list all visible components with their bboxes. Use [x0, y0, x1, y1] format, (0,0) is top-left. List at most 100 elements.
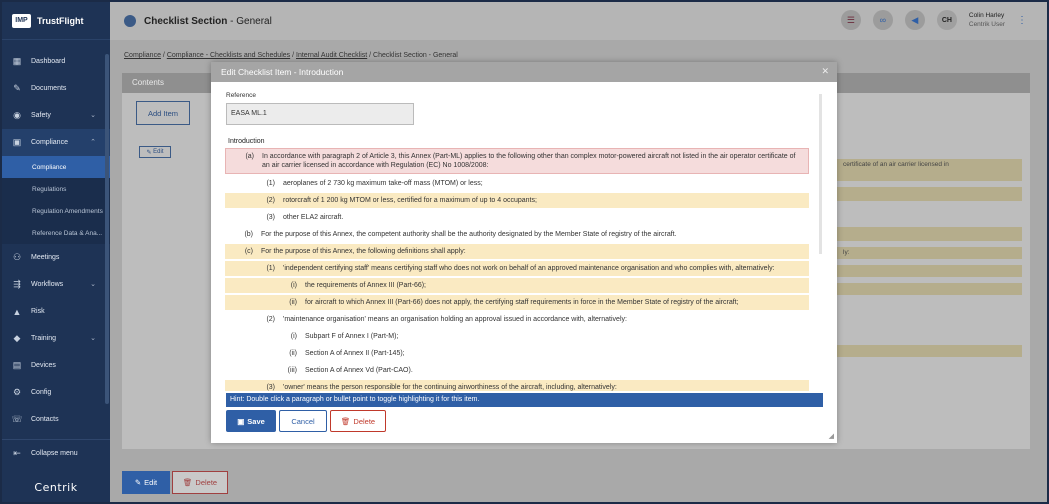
paragraph-text: other ELA2 aircraft.: [283, 214, 344, 221]
breadcrumb: Compliance / Compliance - Checklists and…: [124, 52, 458, 59]
more-options-icon[interactable]: ⋮: [1017, 15, 1027, 26]
sidebar-item-documents[interactable]: ✎ Documents: [2, 75, 110, 102]
breadcrumb-link[interactable]: Compliance: [124, 52, 161, 59]
paragraph-label: (ii): [289, 350, 297, 357]
paragraph-item[interactable]: (ii) Section A of Annex II (Part-145);: [225, 346, 809, 361]
reference-field[interactable]: EASA ML.1: [226, 103, 414, 125]
delete-label: Delete: [195, 478, 218, 487]
delete-button[interactable]: 🗑 Delete: [330, 410, 386, 432]
sidebar-item-label: Training: [31, 335, 57, 342]
page-title-suffix: - General: [227, 15, 272, 27]
paragraph-label: (iii): [287, 367, 297, 374]
user-info[interactable]: Colin Harley Centrik User: [969, 11, 1005, 29]
paragraph-item[interactable]: (3) other ELA2 aircraft.: [225, 210, 809, 225]
paragraph-text: Subpart F of Annex I (Part-M);: [305, 333, 399, 340]
breadcrumb-link[interactable]: Internal Audit Checklist: [296, 52, 367, 59]
close-icon[interactable]: ✕: [821, 66, 829, 77]
link-icon[interactable]: ∞: [872, 10, 893, 30]
avatar[interactable]: CH: [936, 10, 957, 30]
paragraph-item[interactable]: (ii) for aircraft to which Annex III (Par…: [225, 295, 809, 310]
paragraph-text: For the purpose of this Annex, the compe…: [261, 231, 677, 238]
sidebar-item-label: Safety: [31, 112, 51, 119]
paragraph-item[interactable]: (i) Subpart F of Annex I (Part-M);: [225, 329, 809, 344]
paragraph-item[interactable]: (3) 'owner' means the person responsible …: [225, 380, 809, 391]
megaphone-icon[interactable]: ◀: [904, 10, 925, 30]
list-item: [837, 187, 1022, 201]
paragraph-label: (2): [266, 197, 275, 204]
paragraph-item[interactable]: (c) For the purpose of this Annex, the fo…: [225, 244, 809, 259]
paragraph-label: (ii): [289, 299, 297, 306]
paragraph-text: In accordance with paragraph 2 of Articl…: [262, 153, 796, 169]
list-item: [837, 227, 1022, 241]
sidebar-item-label: Compliance: [31, 139, 68, 146]
paragraph-item[interactable]: (2) rotorcraft of 1 200 kg MTOM or less, …: [225, 193, 809, 208]
paragraph-label: (b): [244, 231, 253, 238]
collapse-icon: ⇤: [13, 448, 21, 458]
sidebar-item-dashboard[interactable]: ▦ Dashboard: [2, 48, 110, 75]
paragraph-item[interactable]: (i) the requirements of Annex III (Part-6…: [225, 278, 809, 293]
paragraph-label: (a): [245, 153, 254, 160]
edit-button[interactable]: ✎ Edit: [122, 471, 170, 494]
sidebar-subitem-reference-data[interactable]: Reference Data & Ana...: [2, 222, 110, 244]
sidebar-item-meetings[interactable]: ⚇ Meetings: [2, 244, 110, 271]
config-icon: ⚙: [12, 387, 22, 397]
page-icon: [124, 15, 136, 27]
paragraph-text: rotorcraft of 1 200 kg MTOM or less, cer…: [283, 197, 537, 204]
sidebar-item-compliance[interactable]: ▣ Compliance ⌃: [2, 129, 110, 156]
paragraph-item[interactable]: (2) 'maintenance organisation' means an o…: [225, 312, 809, 327]
edit-item-button[interactable]: ✎ Edit: [139, 146, 171, 158]
sidebar-item-contacts[interactable]: ☏ Contacts: [2, 406, 110, 433]
collapse-menu-button[interactable]: ⇤ Collapse menu: [2, 440, 110, 467]
trash-icon: 🗑: [340, 416, 351, 426]
paragraph-item[interactable]: (iii) Section A of Annex Vd (Part-CAO).: [225, 363, 809, 378]
modal-scrollbar[interactable]: [819, 94, 822, 254]
workflows-icon: ⇶: [13, 279, 21, 289]
sidebar-item-label: Contacts: [31, 416, 59, 423]
devices-icon: ▤: [12, 360, 22, 370]
cancel-button[interactable]: Cancel: [279, 410, 327, 432]
paragraph-item[interactable]: (1) 'independent certifying staff' means …: [225, 261, 809, 276]
sidebar-item-workflows[interactable]: ⇶ Workflows ⌄: [2, 271, 110, 298]
delete-button[interactable]: 🗑 Delete: [172, 471, 228, 494]
paragraph-label: (c): [244, 248, 253, 255]
save-icon: ▣: [237, 416, 245, 426]
sidebar-subitem-regulations[interactable]: Regulations: [2, 178, 110, 200]
list-item: ly:: [837, 247, 1022, 259]
paragraph-text: aeroplanes of 2 730 kg maximum take-off …: [283, 180, 483, 187]
modal-title: Edit Checklist Item - Introduction: [221, 67, 344, 77]
resize-handle-icon[interactable]: ◢: [829, 432, 834, 440]
paragraph-item[interactable]: (b) For the purpose of this Annex, the co…: [225, 227, 809, 242]
paragraph-text: Section A of Annex II (Part-145);: [305, 350, 405, 357]
sidebar-item-label: Config: [31, 389, 52, 396]
sidebar: IMP TrustFlight ▦ Dashboard ✎ Documents …: [2, 2, 110, 502]
hint-bar: Hint: Double click a paragraph or bullet…: [226, 393, 823, 407]
sidebar-subitem-compliance[interactable]: Compliance: [2, 156, 110, 178]
paragraph-text: 'independent certifying staff' means cer…: [283, 265, 775, 272]
modal-body: Reference EASA ML.1 Introduction (a) In a…: [211, 82, 837, 391]
page-title-text: Checklist Section: [144, 15, 228, 27]
edit-checklist-item-modal: Edit Checklist Item - Introduction ✕ Ref…: [211, 62, 837, 443]
sidebar-subitem-regulation-amendments[interactable]: Regulation Amendments: [2, 200, 110, 222]
database-icon[interactable]: ☰: [840, 10, 861, 30]
sidebar-item-config[interactable]: ⚙ Config: [2, 379, 110, 406]
sidebar-scrollbar[interactable]: [105, 54, 109, 404]
save-button[interactable]: ▣ Save: [226, 410, 276, 432]
sidebar-item-devices[interactable]: ▤ Devices: [2, 352, 110, 379]
modal-header: Edit Checklist Item - Introduction ✕: [211, 62, 837, 82]
brand[interactable]: IMP TrustFlight: [2, 2, 110, 40]
paragraph-text: For the purpose of this Annex, the follo…: [261, 248, 466, 255]
sidebar-item-safety[interactable]: ◉ Safety ⌄: [2, 102, 110, 129]
sidebar-item-risk[interactable]: ▲ Risk: [2, 298, 110, 325]
paragraph-item[interactable]: (a) In accordance with paragraph 2 of Art…: [225, 148, 809, 174]
sidebar-item-training[interactable]: ◆ Training ⌄: [2, 325, 110, 352]
chevron-up-icon: ⌃: [90, 139, 96, 146]
breadcrumb-link[interactable]: Compliance - Checklists and Schedules: [167, 52, 290, 59]
paragraph-item[interactable]: (1) aeroplanes of 2 730 kg maximum take-o…: [225, 176, 809, 191]
save-label: Save: [247, 416, 265, 426]
top-actions: ☰ ∞ ◀ CH Colin Harley Centrik User ⋮: [840, 10, 1027, 30]
collapse-menu-label: Collapse menu: [31, 450, 78, 457]
brand-logo: IMP: [12, 13, 31, 28]
safety-icon: ◉: [13, 110, 21, 120]
introduction-items: (a) In accordance with paragraph 2 of Art…: [225, 148, 809, 391]
add-item-button[interactable]: Add Item: [136, 101, 190, 125]
